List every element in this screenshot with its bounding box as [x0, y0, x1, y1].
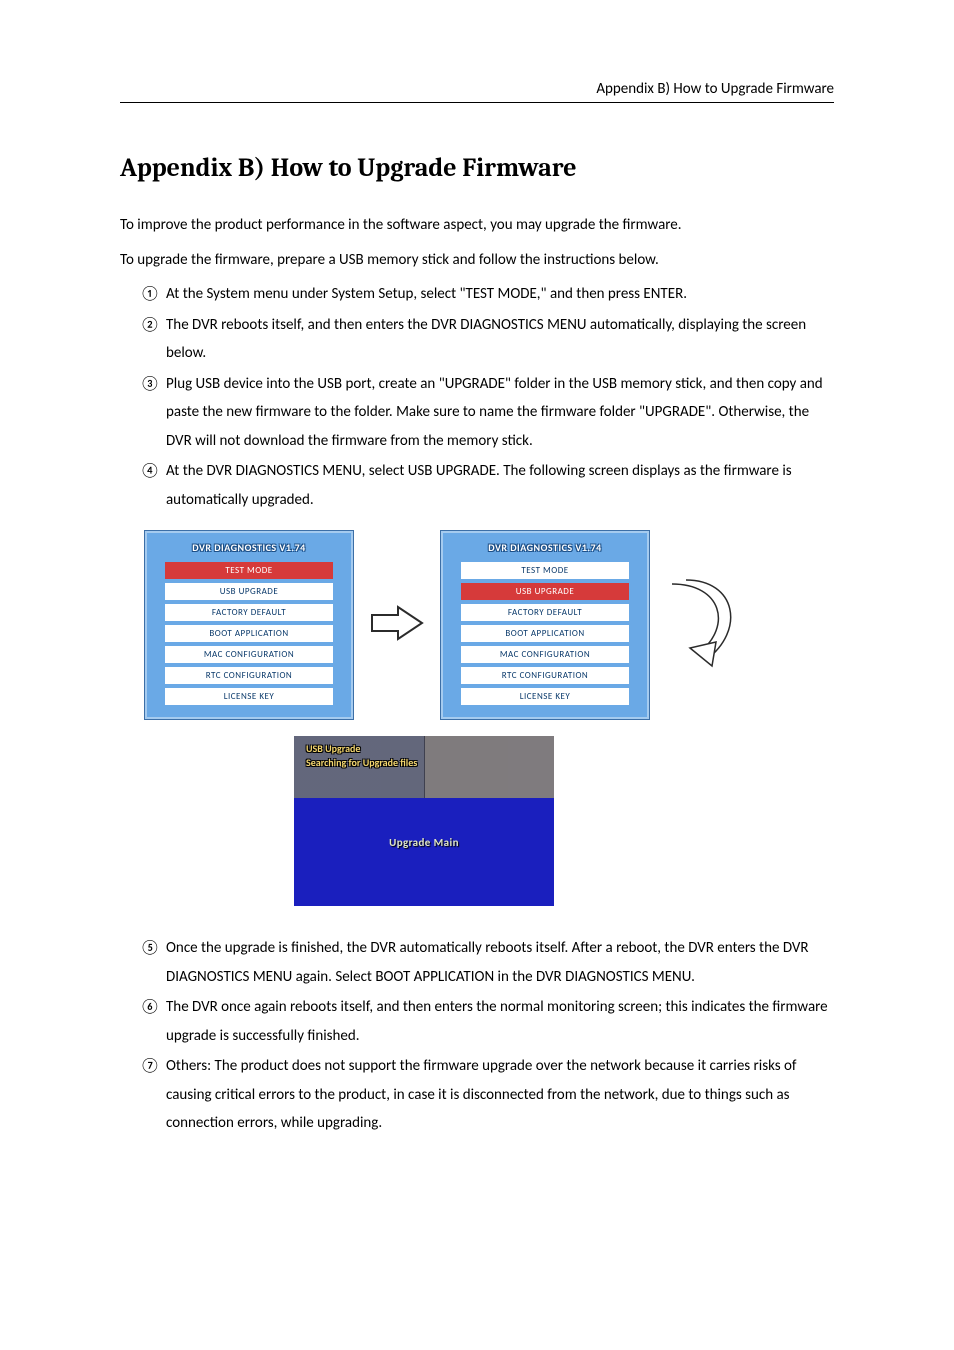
step-7: ⑦ Others: The product does not support t…: [140, 1052, 834, 1138]
step-6: ⑥ The DVR once again reboots itself, and…: [140, 993, 834, 1050]
diag-item-license-key: LICENSE KEY: [165, 688, 333, 705]
step-marker: ④: [140, 457, 160, 486]
steps-list-bottom: ⑤ Once the upgrade is finished, the DVR …: [140, 934, 834, 1138]
page-title: Appendix B) How to Upgrade Firmware: [120, 153, 834, 183]
step-text: At the DVR DIAGNOSTICS MENU, select USB …: [166, 462, 792, 509]
step-marker: ③: [140, 370, 160, 399]
arrow-curve-down-icon: [666, 570, 746, 685]
step-1: ① At the System menu under System Setup,…: [140, 280, 834, 309]
figure-top-row: DVR DIAGNOSTICS V1.74 TEST MODE USB UPGR…: [144, 530, 834, 720]
figure-bottom-row: USB Upgrade Searching for Upgrade files …: [144, 736, 834, 906]
steps-list-top: ① At the System menu under System Setup,…: [140, 280, 834, 514]
diag-item-factory-default: FACTORY DEFAULT: [461, 604, 629, 621]
step-5: ⑤ Once the upgrade is finished, the DVR …: [140, 934, 834, 991]
diag-item-factory-default: FACTORY DEFAULT: [165, 604, 333, 621]
dvr-diagnostics-panel-left: DVR DIAGNOSTICS V1.74 TEST MODE USB UPGR…: [144, 530, 354, 720]
overlay-searching: Searching for Upgrade files: [306, 756, 417, 769]
step-text: The DVR reboots itself, and then enters …: [166, 316, 806, 363]
overlay-usb-upgrade: USB Upgrade: [306, 742, 360, 755]
diag-item-test-mode: TEST MODE: [461, 562, 629, 579]
diag-item-mac-configuration: MAC CONFIGURATION: [461, 646, 629, 663]
diag-item-test-mode: TEST MODE: [165, 562, 333, 579]
step-3: ③ Plug USB device into the USB port, cre…: [140, 370, 834, 456]
step-4: ④ At the DVR DIAGNOSTICS MENU, select US…: [140, 457, 834, 514]
diag-item-mac-configuration: MAC CONFIGURATION: [165, 646, 333, 663]
diag-item-usb-upgrade: USB UPGRADE: [165, 583, 333, 600]
diag-title: DVR DIAGNOSTICS V1.74: [155, 541, 343, 554]
usb-upgrade-progress-screenshot: USB Upgrade Searching for Upgrade files …: [294, 736, 554, 906]
dvr-diagnostics-panel-right: DVR DIAGNOSTICS V1.74 TEST MODE USB UPGR…: [440, 530, 650, 720]
diag-title: DVR DIAGNOSTICS V1.74: [451, 541, 639, 554]
diag-item-usb-upgrade: USB UPGRADE: [461, 583, 629, 600]
step-marker: ⑥: [140, 993, 160, 1022]
step-marker: ①: [140, 280, 160, 309]
step-text: Others: The product does not support the…: [166, 1057, 797, 1132]
diag-item-boot-application: BOOT APPLICATION: [165, 625, 333, 642]
figures-block: DVR DIAGNOSTICS V1.74 TEST MODE USB UPGR…: [144, 530, 834, 906]
overlay-upgrade-main: Upgrade Main: [294, 836, 554, 849]
step-marker: ②: [140, 311, 160, 340]
diag-item-boot-application: BOOT APPLICATION: [461, 625, 629, 642]
running-head: Appendix B) How to Upgrade Firmware: [120, 80, 834, 103]
step-marker: ⑤: [140, 934, 160, 963]
step-text: Plug USB device into the USB port, creat…: [166, 375, 823, 450]
diag-item-license-key: LICENSE KEY: [461, 688, 629, 705]
step-text: At the System menu under System Setup, s…: [166, 285, 687, 303]
diag-item-rtc-configuration: RTC CONFIGURATION: [165, 667, 333, 684]
step-marker: ⑦: [140, 1052, 160, 1081]
intro-line-1: To improve the product performance in th…: [120, 211, 834, 240]
step-2: ② The DVR reboots itself, and then enter…: [140, 311, 834, 368]
intro-line-2: To upgrade the firmware, prepare a USB m…: [120, 246, 834, 275]
step-text: Once the upgrade is finished, the DVR au…: [166, 939, 809, 986]
page: Appendix B) How to Upgrade Firmware Appe…: [0, 0, 954, 1220]
step-text: The DVR once again reboots itself, and t…: [166, 998, 828, 1045]
arrow-right-icon: [370, 603, 424, 648]
diag-item-rtc-configuration: RTC CONFIGURATION: [461, 667, 629, 684]
